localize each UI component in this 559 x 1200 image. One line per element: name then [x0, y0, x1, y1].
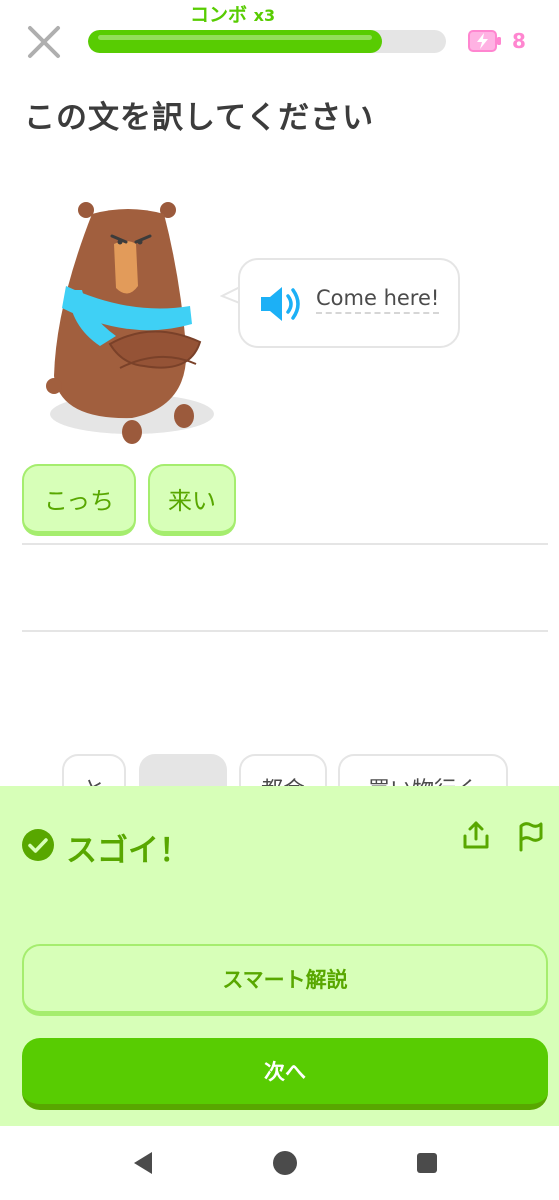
play-audio-button[interactable]	[258, 282, 306, 326]
energy-indicator[interactable]: 8	[468, 29, 526, 53]
nav-home-button[interactable]	[270, 1148, 300, 1178]
speaker-icon	[261, 287, 300, 321]
close-icon	[28, 26, 60, 58]
combo-text: コンボ	[190, 4, 248, 26]
close-button[interactable]	[24, 22, 64, 62]
report-button[interactable]	[516, 820, 546, 852]
bear-character-illustration	[46, 202, 214, 444]
progress-fill	[88, 30, 382, 53]
home-circle-icon	[273, 1151, 297, 1175]
battery-bolt-icon	[468, 30, 501, 52]
check-circle-icon	[22, 829, 54, 861]
combo-label: コンボ x3	[190, 0, 275, 27]
smart-explain-button[interactable]: スマート解説	[22, 944, 548, 1016]
feedback-title: スゴイ！	[66, 833, 190, 869]
nav-recents-button[interactable]	[412, 1148, 442, 1178]
answer-line-1	[22, 543, 548, 545]
lesson-progress-bar	[88, 30, 446, 53]
share-icon	[463, 821, 489, 849]
answer-line-2	[22, 630, 548, 632]
combo-multiplier: x3	[253, 6, 276, 25]
instruction-title: この文を訳してください	[24, 100, 375, 136]
answer-token-2[interactable]: 来い	[148, 464, 236, 536]
next-button[interactable]: 次へ	[22, 1038, 548, 1110]
prompt-sentence[interactable]: Come here!	[316, 286, 440, 314]
energy-count: 8	[512, 29, 526, 53]
top-bar: コンボ x3 8	[0, 0, 559, 80]
system-nav-bar	[0, 1126, 559, 1200]
recents-square-icon	[417, 1153, 437, 1173]
flag-icon	[519, 822, 543, 852]
progress-shine	[98, 35, 372, 40]
share-button[interactable]	[462, 820, 490, 850]
answer-token-1[interactable]: こっち	[22, 464, 136, 536]
nav-back-button[interactable]	[128, 1148, 158, 1178]
back-triangle-icon	[134, 1152, 152, 1174]
